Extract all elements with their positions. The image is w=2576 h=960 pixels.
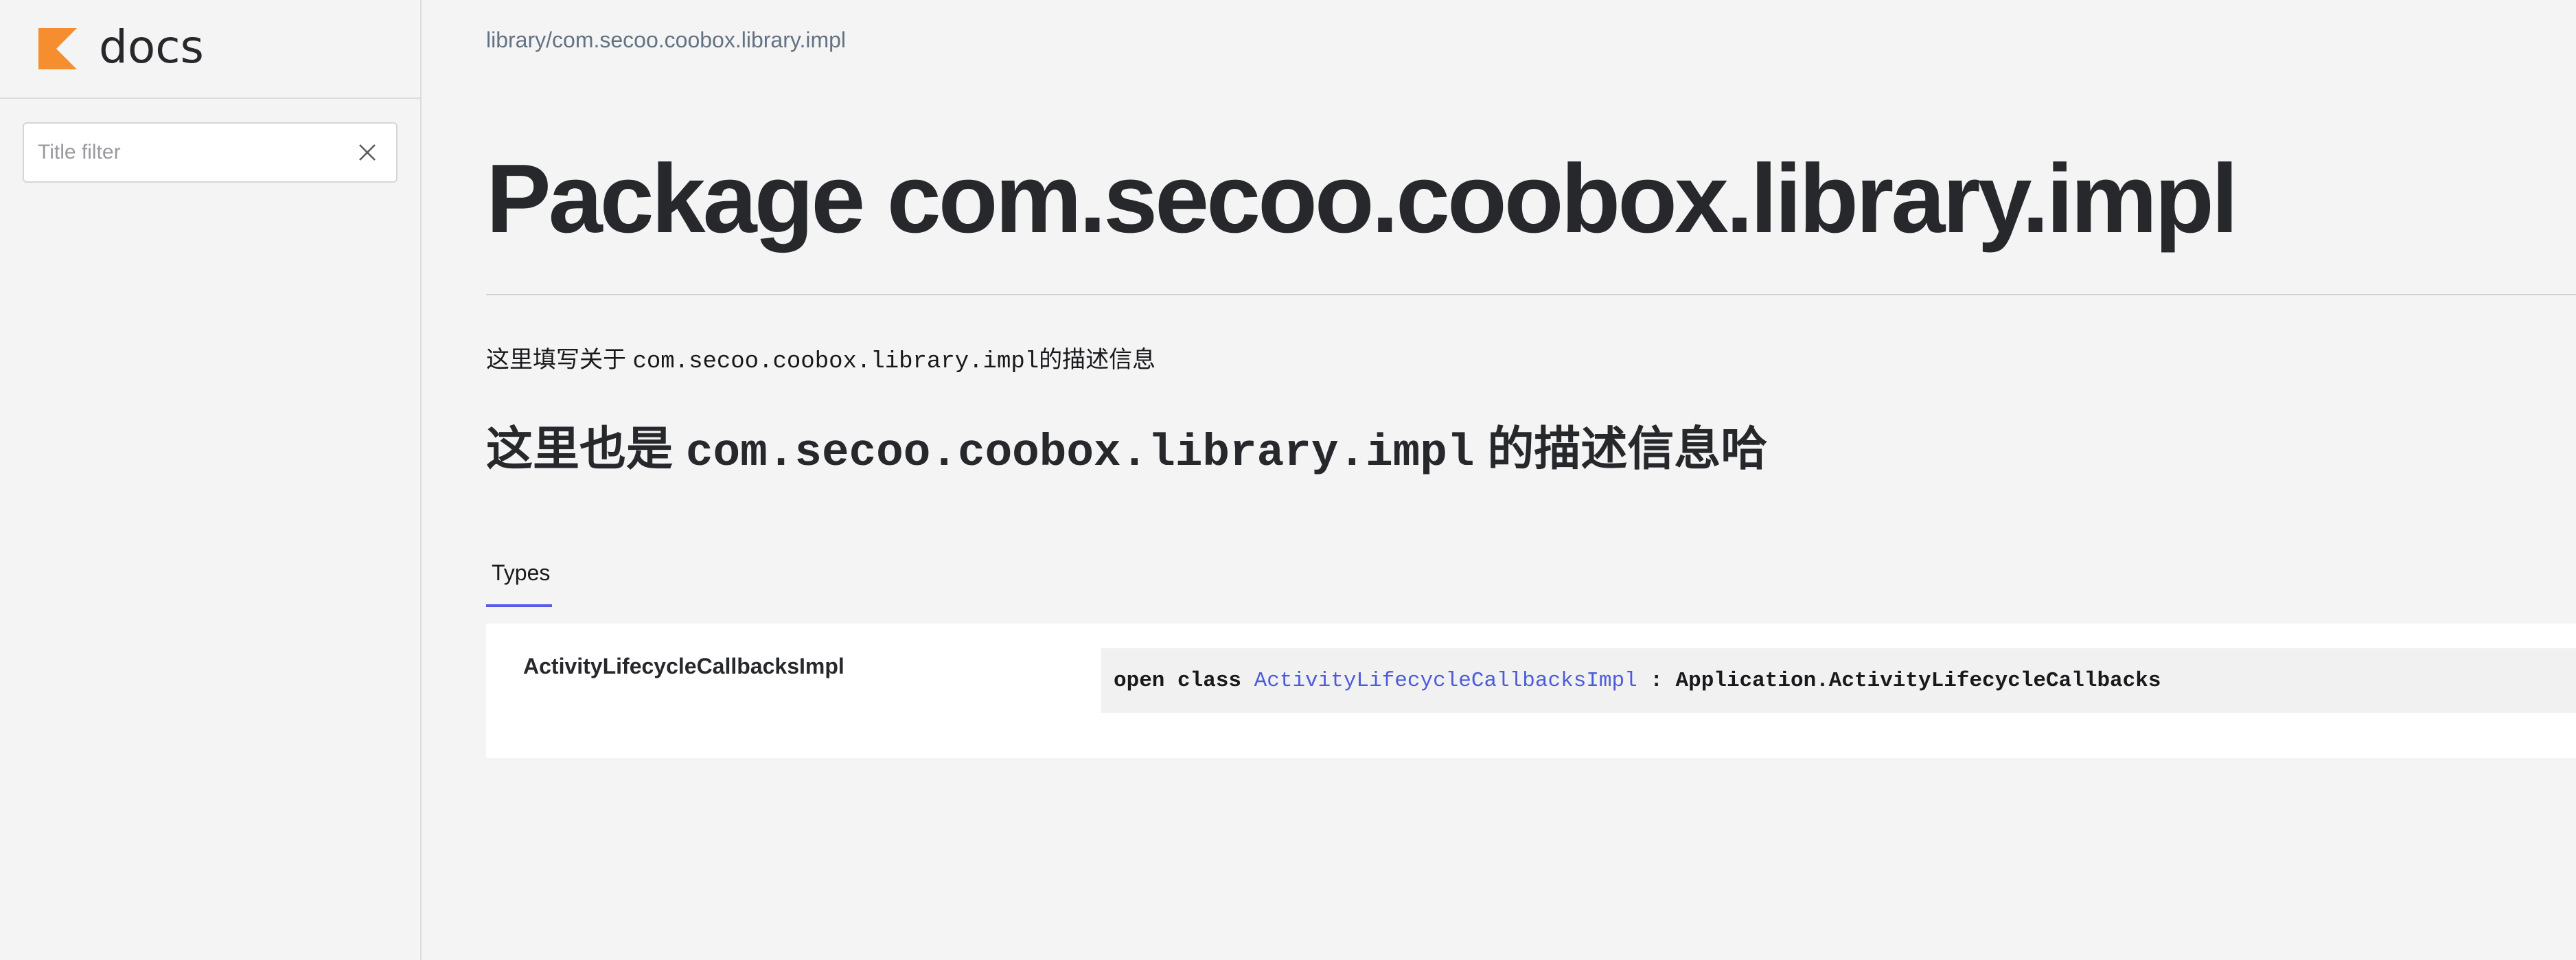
- logo-bar: docs: [0, 0, 420, 99]
- description-suffix: 的描述信息: [1039, 347, 1156, 373]
- heading-prefix: 这里也是: [486, 423, 686, 475]
- signature-keywords: open class: [1114, 668, 1254, 693]
- signature-class-link[interactable]: ActivityLifecycleCallbacksImpl: [1254, 669, 1637, 693]
- breadcrumb[interactable]: library/com.secoo.coobox.library.impl: [486, 27, 846, 53]
- kotlin-logo-icon[interactable]: [38, 28, 77, 69]
- description-heading: 这里也是 com.secoo.coobox.library.impl 的描述信息…: [486, 416, 1767, 486]
- sidebar: docs: [0, 0, 422, 960]
- type-name-link[interactable]: ActivityLifecycleCallbacksImpl: [523, 654, 844, 679]
- title-filter: [23, 122, 398, 183]
- divider: [486, 294, 2576, 295]
- signature-supertype: : Application.ActivityLifecycleCallbacks: [1637, 668, 2161, 693]
- types-table: ActivityLifecycleCallbacksImpl open clas…: [486, 624, 2576, 758]
- heading-code: com.secoo.coobox.library.impl: [685, 427, 1475, 479]
- heading-suffix: 的描述信息哈: [1474, 423, 1768, 475]
- clear-icon[interactable]: [347, 132, 388, 173]
- description-prefix: 这里填写关于: [486, 347, 633, 373]
- main-content: library/com.secoo.coobox.library.impl Pa…: [423, 0, 2576, 960]
- svg-text:docs: docs: [99, 28, 204, 69]
- docs-wordmark[interactable]: docs: [99, 28, 222, 69]
- title-filter-input[interactable]: [24, 124, 347, 181]
- page-title: Package com.secoo.coobox.library.impl: [486, 144, 2238, 253]
- type-signature: open class ActivityLifecycleCallbacksImp…: [1101, 648, 2576, 713]
- description-code: com.secoo.coobox.library.impl: [632, 349, 1039, 375]
- tab-types[interactable]: Types: [486, 555, 552, 607]
- package-description: 这里填写关于 com.secoo.coobox.library.impl的描述信…: [486, 341, 1155, 375]
